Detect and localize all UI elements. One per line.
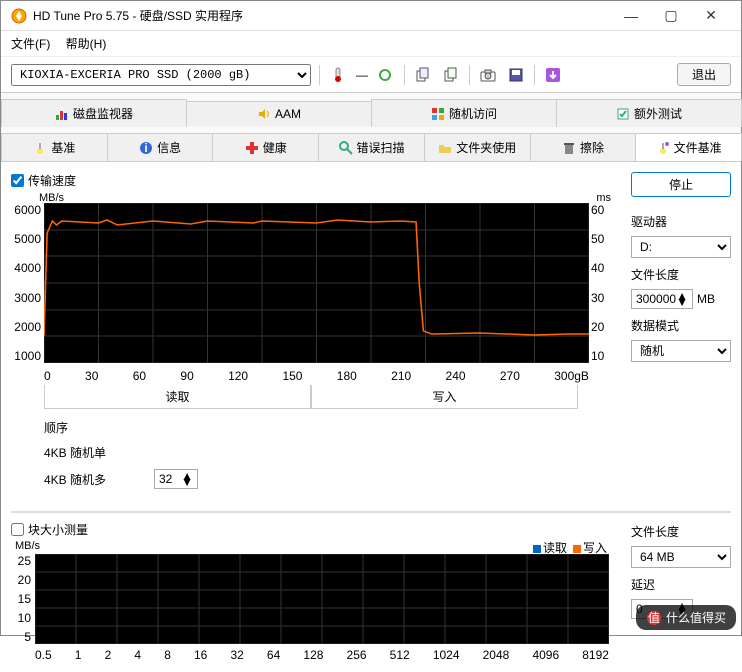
block-size-chart: MB/s 读取 写入 252015105 0.51248163264128256… (11, 542, 611, 662)
tab-random-access[interactable]: 随机访问 (371, 99, 557, 127)
file-length2-select[interactable]: 64 MB (631, 546, 731, 568)
transfer-speed-label: 传输速度 (28, 172, 76, 189)
section-divider (11, 511, 731, 513)
tab-error-scan[interactable]: 错误扫描 (318, 133, 425, 161)
menu-file[interactable]: 文件(F) (11, 37, 50, 51)
save-icon[interactable] (506, 65, 526, 85)
tab-health[interactable]: 健康 (212, 133, 319, 161)
drive-label: 驱动器 (631, 213, 731, 230)
close-button[interactable]: ✕ (691, 7, 731, 24)
transfer-speed-chart: MB/s ms 600050004000300020001000 6050403… (11, 193, 611, 383)
4kb-single-label: 4KB 随机单 (44, 444, 144, 461)
tabs-row-1: 磁盘监视器 AAM 随机访问 额外测试 (1, 93, 741, 127)
tab-file-benchmark[interactable]: 文件基准 (635, 133, 742, 161)
thermometer-icon (328, 65, 348, 85)
transfer-speed-checkbox[interactable] (11, 174, 24, 187)
x2-axis: 0.512481632641282565121024204840968192 (35, 648, 609, 662)
tab-disk-monitor[interactable]: 磁盘监视器 (1, 99, 187, 127)
drive-letter-select[interactable]: D: (631, 236, 731, 258)
y-axis-right: 605040302010 (591, 203, 611, 363)
y2-axis-left: 252015105 (11, 554, 31, 644)
file-length-unit: MB (697, 292, 715, 306)
copy-icon[interactable] (413, 65, 433, 85)
y-axis-left: 600050004000300020001000 (11, 203, 41, 363)
screenshot-icon[interactable] (478, 65, 498, 85)
drive-select[interactable]: KIOXIA-EXCERIA PRO SSD (2000 gB) (11, 64, 311, 86)
app-icon (11, 8, 27, 24)
maximize-button[interactable]: ▢ (651, 7, 691, 24)
file-length2-label: 文件长度 (631, 523, 731, 540)
read-label: 读取 (44, 385, 311, 409)
down-arrow-icon[interactable] (543, 65, 563, 85)
menubar: 文件(F) 帮助(H) (1, 31, 741, 57)
y2-axis-label: MB/s (15, 540, 40, 552)
temp-status-icon (376, 65, 396, 85)
copy-data-icon[interactable] (441, 65, 461, 85)
stop-button[interactable]: 停止 (631, 172, 731, 197)
tab-erase[interactable]: 擦除 (530, 133, 637, 161)
toolbar: KIOXIA-EXCERIA PRO SSD (2000 gB) — 退出 (1, 57, 741, 93)
tab-aam[interactable]: AAM (186, 101, 372, 126)
transfer-speed-checkbox-row: 传输速度 (11, 172, 611, 189)
block-size-checkbox-row: 块大小测量 (11, 521, 611, 538)
data-mode-select[interactable]: 随机 (631, 340, 731, 362)
watermark: 值 什么值得买 (636, 605, 736, 630)
titlebar: HD Tune Pro 5.75 - 硬盘/SSD 实用程序 — ▢ ✕ (1, 1, 741, 31)
file-length-label: 文件长度 (631, 266, 731, 283)
svg-text:i: i (144, 141, 147, 155)
data-mode-label: 数据模式 (631, 317, 731, 334)
temp-dash: — (356, 68, 368, 82)
x-axis: 0306090120150180210240270300gB (44, 369, 589, 383)
menu-help[interactable]: 帮助(H) (66, 37, 107, 51)
svg-text:值: 值 (648, 610, 660, 625)
sequential-label: 顺序 (44, 419, 144, 436)
minimize-button[interactable]: — (611, 8, 651, 24)
4kb-multi-label: 4KB 随机多 (44, 471, 144, 488)
window-title: HD Tune Pro 5.75 - 硬盘/SSD 实用程序 (33, 7, 611, 24)
block-size-label: 块大小测量 (28, 521, 88, 538)
tab-extra-tests[interactable]: 额外测试 (556, 99, 742, 127)
tabs-row-2: 基准 i信息 健康 错误扫描 文件夹使用 擦除 文件基准 (1, 127, 741, 161)
tab-info[interactable]: i信息 (107, 133, 214, 161)
exit-button[interactable]: 退出 (677, 63, 731, 86)
multi-value-spinner[interactable]: 32▲▼ (154, 469, 198, 489)
write-label: 写入 (311, 385, 578, 409)
file-length-spinner[interactable]: 300000▲▼ (631, 289, 693, 309)
block-size-checkbox[interactable] (11, 523, 24, 536)
delay-label: 延迟 (631, 576, 731, 593)
watermark-icon: 值 (646, 610, 662, 626)
tab-benchmark[interactable]: 基准 (1, 133, 108, 161)
read-write-labels: 读取 写入 (44, 385, 578, 409)
tab-folder-usage[interactable]: 文件夹使用 (424, 133, 531, 161)
